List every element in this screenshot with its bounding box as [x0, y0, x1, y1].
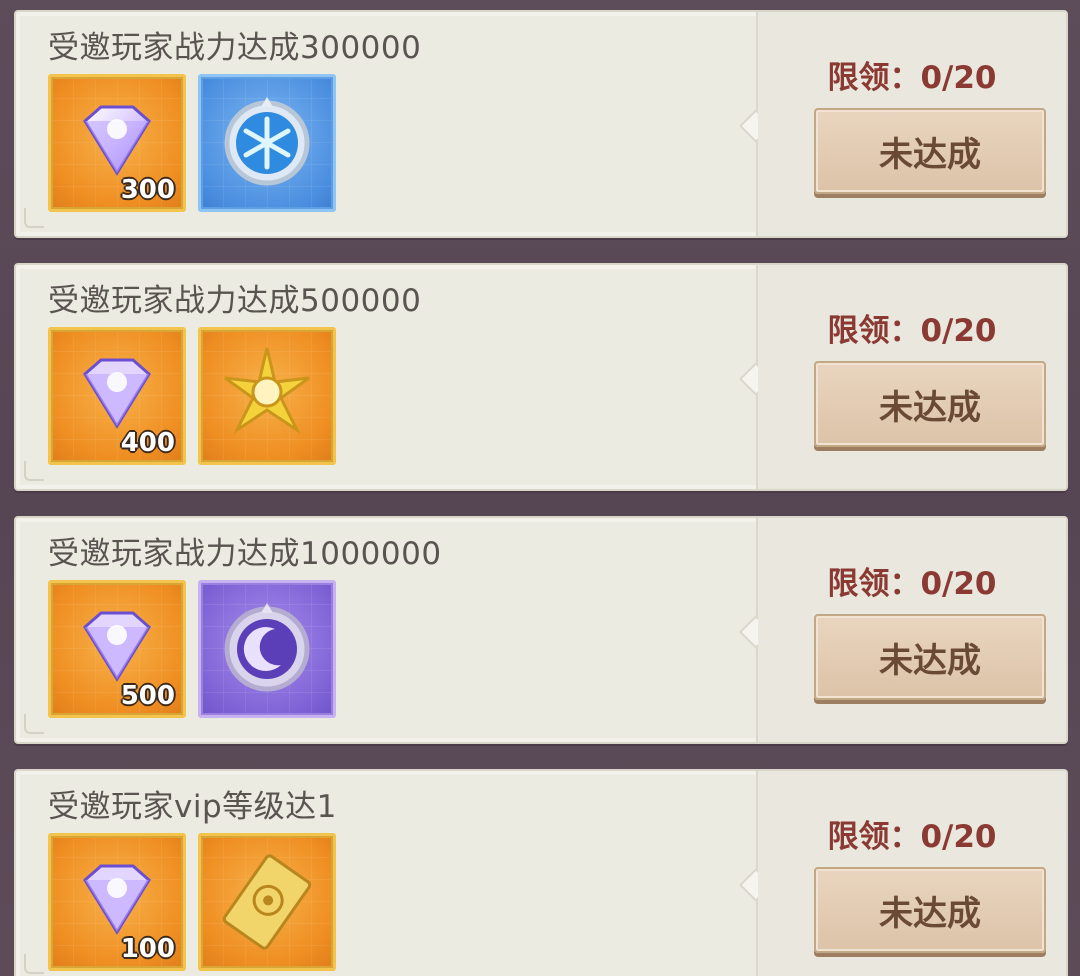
- task-title: 受邀玩家vip等级达1: [48, 789, 337, 825]
- claim-area: 限领：0/20 未达成: [758, 12, 1066, 236]
- reward-item-diamond[interactable]: 100: [48, 833, 186, 971]
- claim-limit-value: 0/20: [920, 313, 997, 349]
- claim-limit-label: 限领：: [827, 566, 921, 602]
- task-info: 受邀玩家战力达成300000 300: [16, 12, 756, 236]
- reward-items: 300: [48, 74, 336, 212]
- reward-items: 500: [48, 580, 336, 718]
- invite-reward-list: 受邀玩家战力达成300000 300 限领：0/20 未达成 受邀玩家战力达成5…: [0, 0, 1080, 976]
- reward-item-emblem[interactable]: [198, 327, 336, 465]
- reward-quantity: 100: [120, 934, 175, 964]
- reward-quantity: 400: [120, 428, 175, 458]
- task-row: 受邀玩家战力达成300000 300 限领：0/20 未达成: [14, 10, 1068, 238]
- not-achieved-button[interactable]: 未达成: [814, 361, 1046, 447]
- reward-item-card[interactable]: [198, 833, 336, 971]
- reward-item-diamond[interactable]: 500: [48, 580, 186, 718]
- reward-items: 400: [48, 327, 336, 465]
- claim-limit: 限领：0/20: [758, 558, 1066, 603]
- reward-quantity: 500: [120, 681, 175, 711]
- golden-card-icon: [222, 854, 312, 950]
- not-achieved-button[interactable]: 未达成: [814, 867, 1046, 953]
- reward-items: 100: [48, 833, 336, 971]
- not-achieved-button[interactable]: 未达成: [814, 108, 1046, 194]
- reward-quantity: 300: [120, 175, 175, 205]
- claim-limit-label: 限领：: [827, 60, 921, 96]
- task-info: 受邀玩家vip等级达1 100: [16, 771, 756, 976]
- task-title: 受邀玩家战力达成500000: [48, 283, 422, 319]
- not-achieved-button[interactable]: 未达成: [814, 614, 1046, 700]
- reward-item-emblem[interactable]: [198, 580, 336, 718]
- claim-limit-value: 0/20: [920, 819, 997, 855]
- claim-area: 限领：0/20 未达成: [758, 518, 1066, 742]
- claim-limit: 限领：0/20: [758, 52, 1066, 97]
- claim-limit-label: 限领：: [827, 313, 921, 349]
- task-row: 受邀玩家战力达成1000000 500 限领：0/20 未达成: [14, 516, 1068, 744]
- claim-limit-label: 限领：: [827, 819, 921, 855]
- golden-star-emblem-icon: [224, 347, 310, 435]
- claim-limit-value: 0/20: [920, 60, 997, 96]
- claim-limit: 限领：0/20: [758, 305, 1066, 350]
- task-info: 受邀玩家战力达成1000000 500: [16, 518, 756, 742]
- task-title: 受邀玩家战力达成1000000: [48, 536, 442, 572]
- task-row: 受邀玩家战力达成500000 400 限领：0/20 未达成: [14, 263, 1068, 491]
- claim-area: 限领：0/20 未达成: [758, 771, 1066, 976]
- reward-item-diamond[interactable]: 300: [48, 74, 186, 212]
- claim-limit: 限领：0/20: [758, 811, 1066, 856]
- task-row: 受邀玩家vip等级达1 100 限领：0/20 未达成: [14, 769, 1068, 976]
- claim-limit-value: 0/20: [920, 566, 997, 602]
- task-title: 受邀玩家战力达成300000: [48, 30, 422, 66]
- task-info: 受邀玩家战力达成500000 400: [16, 265, 756, 489]
- snowflake-emblem-icon: [224, 97, 310, 186]
- moon-emblem-icon: [224, 603, 310, 692]
- reward-item-emblem[interactable]: [198, 74, 336, 212]
- claim-area: 限领：0/20 未达成: [758, 265, 1066, 489]
- reward-item-diamond[interactable]: 400: [48, 327, 186, 465]
